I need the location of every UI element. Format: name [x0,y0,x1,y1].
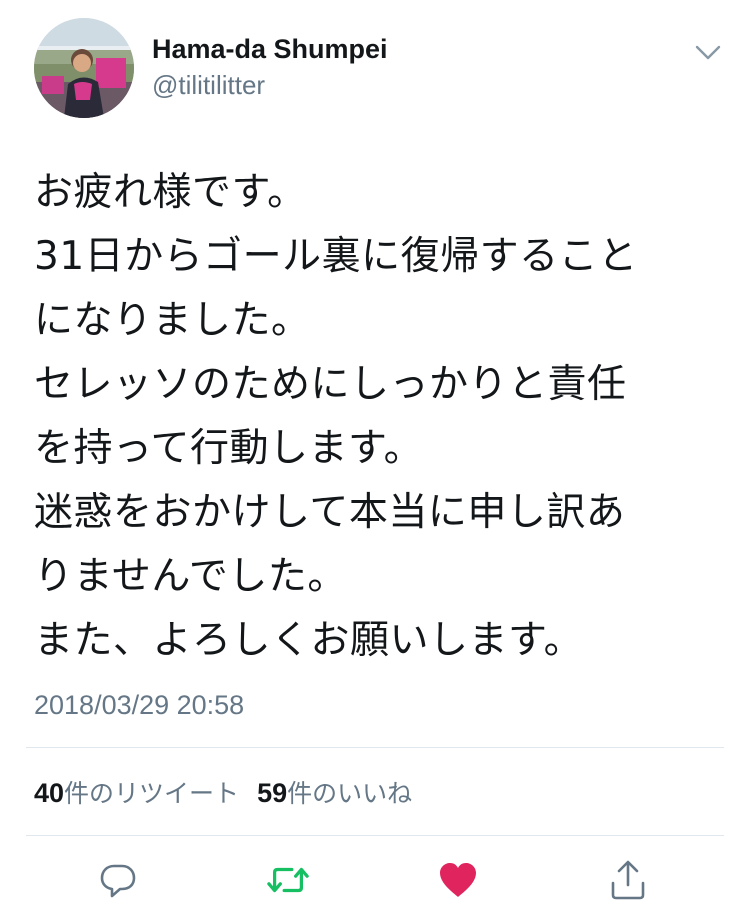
tweet-text-line: また、よろしくお願いします。 [34,618,584,663]
retweets-stat[interactable]: 40件のリツイート [34,778,240,809]
tweet-text: お疲れ様です。 31日からゴール裏に復帰すること になりました。 セレッソのため… [34,161,724,673]
divider [26,835,724,836]
avatar-photo [34,18,134,118]
reply-icon [100,864,136,898]
retweets-count: 40 [34,778,65,808]
divider [26,747,724,748]
author-block[interactable]: Hama-da Shumpei @tilitilitter [152,32,388,102]
share-icon [611,860,645,900]
retweet-button[interactable] [266,858,310,902]
retweets-label: 件のリツイート [64,779,240,808]
likes-count: 59 [257,778,288,808]
tweet-actions [0,852,750,908]
tweet-text-line: お疲れ様です。 [34,170,307,215]
tweet-stats: 40件のリツイート 59件のいいね [34,776,412,811]
reply-button[interactable] [96,858,140,902]
avatar[interactable] [34,18,134,118]
share-button[interactable] [606,858,650,902]
tweet-header: Hama-da Shumpei @tilitilitter [0,0,750,140]
tweet-text-line: 迷惑をおかけして本当に申し訳あ [34,490,626,535]
tweet-text-line: を持って行動します。 [34,426,424,471]
likes-stat[interactable]: 59件のいいね [257,778,413,809]
tweet-text-line: セレッソのためにしっかりと責任 [34,362,627,407]
tweet-timestamp[interactable]: 2018/03/29 20:58 [34,688,244,722]
likes-label: 件のいいね [287,779,413,808]
chevron-down-icon[interactable] [692,40,724,64]
like-heart-icon [440,863,476,897]
retweet-icon [267,867,309,893]
user-handle[interactable]: @tilitilitter [152,68,388,102]
like-button[interactable] [436,858,480,902]
display-name[interactable]: Hama-da Shumpei [152,32,388,66]
tweet-text-line: 31日からゴール裏に復帰すること [34,234,638,279]
tweet-text-line: になりました。 [34,298,311,343]
tweet-text-line: りませんでした。 [34,554,347,599]
